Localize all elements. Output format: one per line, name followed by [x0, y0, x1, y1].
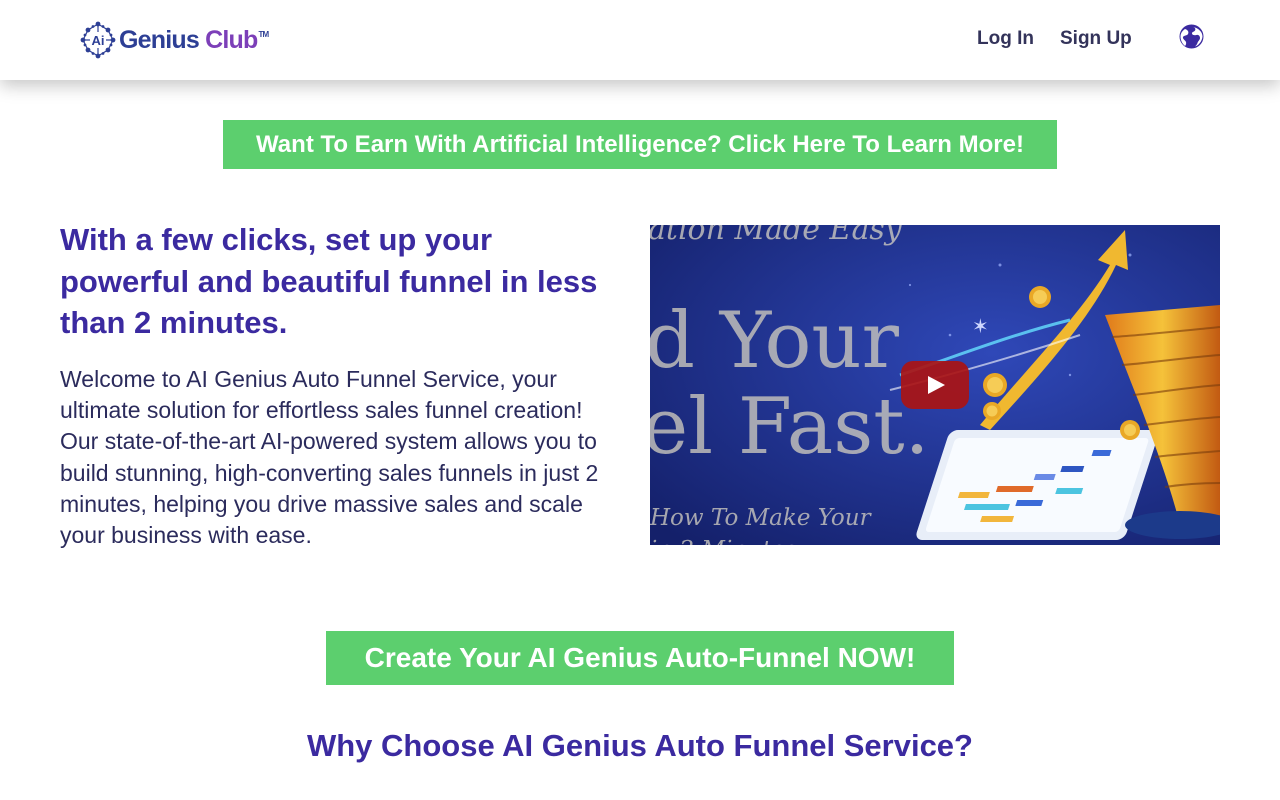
thumb-text-bottom2: in 2 Minutes	[650, 537, 797, 545]
ai-network-logo-icon: Ai	[80, 21, 116, 59]
logo-trademark: TM	[258, 29, 269, 39]
learn-more-banner-button[interactable]: Want To Earn With Artificial Intelligenc…	[223, 120, 1057, 169]
signup-link[interactable]: Sign Up	[1060, 28, 1132, 50]
thumb-text-bottom: How To Make Your	[650, 505, 873, 531]
hero-description: Welcome to AI Genius Auto Funnel Service…	[60, 366, 599, 549]
why-choose-heading: Why Choose AI Genius Auto Funnel Service…	[306, 728, 973, 763]
svg-text:✶: ✶	[972, 314, 989, 338]
site-logo[interactable]: Ai Genius ClubTM	[80, 20, 269, 60]
site-header: Ai Genius ClubTM Log In Sign Up	[0, 0, 1280, 80]
logo-mark-text: Ai	[92, 33, 105, 48]
thumb-text-top: ation Made Easy	[650, 225, 903, 247]
hero-title: With a few clicks, set up your powerful …	[60, 222, 598, 340]
login-link[interactable]: Log In	[977, 28, 1034, 50]
logo-word-genius: Genius	[119, 25, 200, 54]
thumb-text-line2: el Fast.	[650, 382, 929, 472]
globe-icon[interactable]	[1179, 24, 1204, 49]
create-funnel-button[interactable]: Create Your AI Genius Auto-Funnel NOW!	[326, 631, 954, 685]
thumb-text-line1: d Your	[650, 296, 900, 386]
logo-wordmark: Genius ClubTM	[119, 25, 269, 54]
logo-word-club: Club	[205, 25, 258, 54]
play-icon[interactable]	[901, 361, 969, 409]
